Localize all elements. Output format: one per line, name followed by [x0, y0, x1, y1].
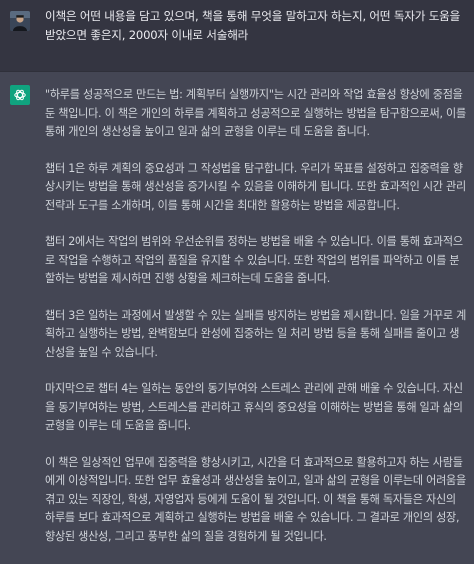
- assistant-paragraph-chapter-2: 챕터 2에서는 작업의 범위와 우선순위를 정하는 방법을 배울 수 있습니다.…: [45, 235, 463, 285]
- user-message-text: 이책은 어떤 내용을 담고 있으며, 책을 통해 무엇을 말하고자 하는지, 어…: [45, 9, 461, 42]
- assistant-paragraph-audience: 이 책은 일상적인 업무에 집중력을 향상시키고, 시간을 더 효과적으로 활용…: [45, 455, 466, 543]
- chatgpt-logo-icon: [10, 85, 30, 105]
- user-avatar-icon: [10, 11, 30, 31]
- assistant-message-text: "하루를 성공적으로 만드는 법: 계획부터 실행까지"는 시간 관리와 작업 …: [45, 86, 469, 564]
- assistant-paragraph-intro: "하루를 성공적으로 만드는 법: 계획부터 실행까지"는 시간 관리와 작업 …: [45, 88, 466, 138]
- assistant-paragraph-chapter-3: 챕터 3은 일하는 과정에서 발생할 수 있는 실패를 방지하는 방법을 제시합…: [45, 308, 467, 359]
- assistant-message-row: "하루를 성공적으로 만드는 법: 계획부터 실행까지"는 시간 관리와 작업 …: [0, 72, 474, 543]
- assistant-paragraph-chapter-1: 챕터 1은 하루 계획의 중요성과 그 작성법을 탐구합니다. 우리가 목표를 …: [45, 161, 466, 212]
- user-message-row: 이책은 어떤 내용을 담고 있으며, 책을 통해 무엇을 말하고자 하는지, 어…: [0, 0, 474, 72]
- assistant-paragraph-chapter-4: 마지막으로 챕터 4는 일하는 동안의 동기부여와 스트레스 관리에 관해 배울…: [45, 382, 463, 432]
